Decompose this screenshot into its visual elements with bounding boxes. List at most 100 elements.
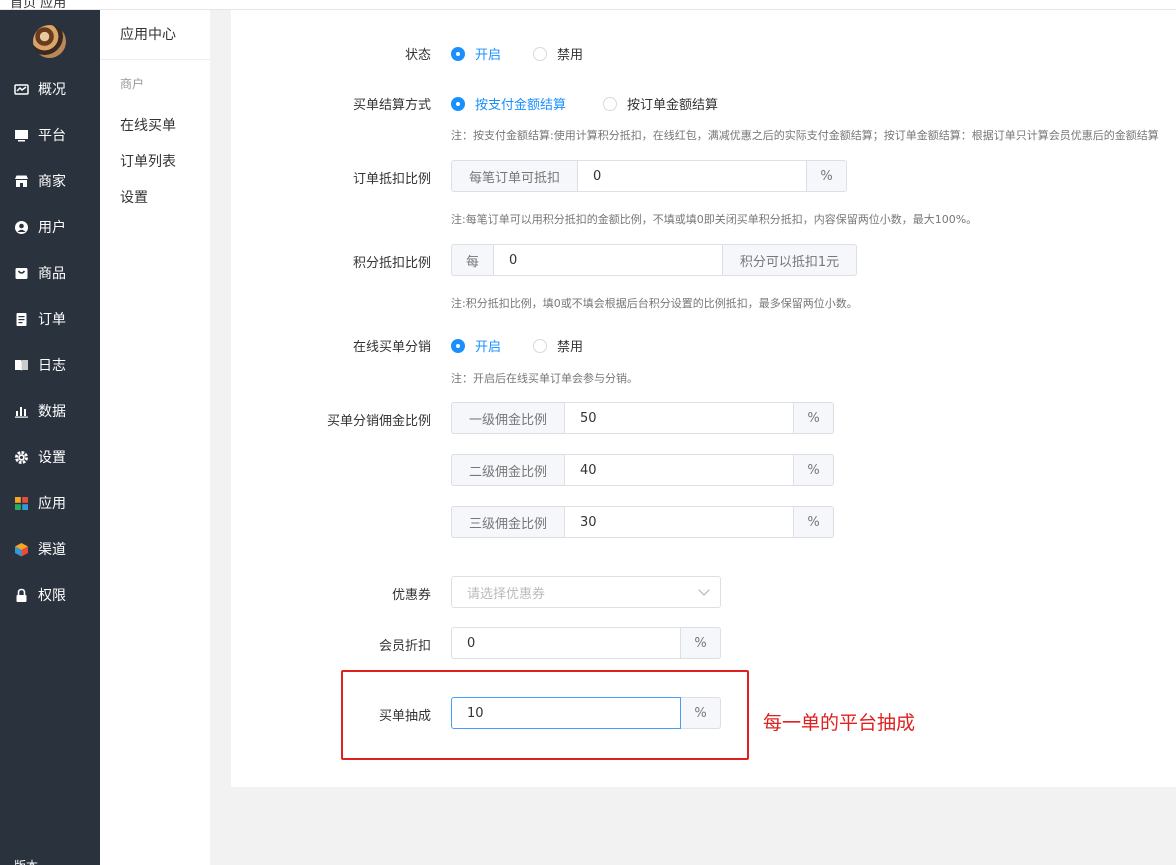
sidebar-item-label: 平台 bbox=[38, 128, 66, 144]
settlement-radio-order-amount[interactable]: 按订单金额结算 bbox=[603, 94, 718, 113]
lock-icon bbox=[14, 588, 29, 603]
status-label: 状态 bbox=[404, 48, 431, 63]
sidebar-item-permission[interactable]: 权限 bbox=[0, 572, 100, 618]
sidebar-item-label: 日志 bbox=[38, 358, 66, 374]
sidebar-item-order[interactable]: 订单 bbox=[0, 296, 100, 342]
book-icon bbox=[14, 358, 29, 373]
order-icon bbox=[14, 312, 29, 327]
chart-icon bbox=[14, 82, 29, 97]
coupon-label: 优惠券 bbox=[391, 588, 431, 603]
sidebar-item-label: 应用 bbox=[38, 496, 66, 512]
points-deduct-suffix: 积分可以抵扣1元 bbox=[723, 244, 857, 276]
commission-level1-prefix: 一级佣金比例 bbox=[451, 402, 564, 434]
radio-circle-icon bbox=[451, 96, 465, 111]
sub-item-settings[interactable]: 设置 bbox=[100, 180, 210, 216]
member-discount-input[interactable] bbox=[451, 627, 681, 659]
distribution-radio-disabled[interactable]: 禁用 bbox=[533, 336, 583, 355]
sidebar-bottom-text: 版本 bbox=[14, 857, 38, 865]
commission-label: 买单分销佣金比例 bbox=[326, 414, 431, 429]
settlement-note: 注：按支付金额结算:使用计算积分抵扣，在线红包，满减优惠之后的实际支付金额结算；… bbox=[451, 129, 1159, 142]
order-deduct-prefix: 每笔订单可抵扣 bbox=[451, 160, 577, 192]
member-discount-label: 会员折扣 bbox=[378, 639, 431, 654]
order-deduct-input-group: 每笔订单可抵扣 % bbox=[451, 160, 847, 192]
status-radio-disabled[interactable]: 禁用 bbox=[533, 44, 583, 63]
settlement-radio-pay-amount[interactable]: 按支付金额结算 bbox=[451, 94, 566, 113]
sidebar-item-label: 商家 bbox=[38, 174, 66, 190]
sidebar-item-label: 概况 bbox=[38, 82, 66, 98]
sidebar-item-apps[interactable]: 应用 bbox=[0, 480, 100, 526]
sidebar-item-merchant[interactable]: 商家 bbox=[0, 158, 100, 204]
member-discount-input-group: % bbox=[451, 627, 721, 659]
sidebar-item-label: 订单 bbox=[38, 312, 66, 328]
commission-level1-input[interactable] bbox=[564, 402, 794, 434]
sidebar-item-channel[interactable]: 渠道 bbox=[0, 526, 100, 572]
sidebar-item-label: 用户 bbox=[38, 220, 66, 236]
points-deduct-label: 积分抵扣比例 bbox=[352, 256, 431, 271]
distribution-label: 在线买单分销 bbox=[352, 340, 431, 355]
sidebar-item-label: 渠道 bbox=[38, 542, 66, 558]
annotation-text: 每一单的平台抽成 bbox=[763, 712, 916, 734]
commission-level3-prefix: 三级佣金比例 bbox=[451, 506, 564, 538]
sidebar-item-platform[interactable]: 平台 bbox=[0, 112, 100, 158]
sidebar-item-data[interactable]: 数据 bbox=[0, 388, 100, 434]
status-radio-enabled[interactable]: 开启 bbox=[451, 44, 501, 63]
radio-circle-icon bbox=[533, 338, 547, 353]
sidebar-item-label: 设置 bbox=[38, 450, 66, 466]
radio-circle-icon bbox=[451, 338, 465, 353]
commission-level1-suffix: % bbox=[794, 402, 834, 434]
main-nav: 概况 平台 商家 用户 商品 订单 日志 数据 设置 应用 渠道 权限 bbox=[0, 66, 100, 618]
avatar[interactable] bbox=[33, 25, 66, 58]
radio-circle-icon bbox=[533, 46, 547, 61]
commission-level2-suffix: % bbox=[794, 454, 834, 486]
top-bar-text: 首页 应用 bbox=[10, 0, 67, 10]
sidebar-item-label: 商品 bbox=[38, 266, 66, 282]
points-deduct-input-group: 每 积分可以抵扣1元 bbox=[451, 244, 857, 276]
commission-level2-prefix: 二级佣金比例 bbox=[451, 454, 564, 486]
top-bar: 首页 应用 bbox=[0, 0, 1176, 10]
radio-circle-icon bbox=[451, 46, 465, 61]
sub-item-order-list[interactable]: 订单列表 bbox=[100, 144, 210, 180]
points-deduct-note: 注:积分抵扣比例，填0或不填会根据后台积分设置的比例抵扣，最多保留两位小数。 bbox=[451, 297, 858, 310]
monitor-icon bbox=[14, 128, 29, 143]
order-deduct-label: 订单抵扣比例 bbox=[352, 172, 431, 187]
member-discount-suffix: % bbox=[681, 627, 721, 659]
apps-grid-icon bbox=[14, 496, 29, 511]
bag-icon bbox=[14, 266, 29, 281]
coupon-select-placeholder: 请选择优惠券 bbox=[467, 586, 546, 602]
sidebar-item-log[interactable]: 日志 bbox=[0, 342, 100, 388]
radio-circle-icon bbox=[603, 96, 617, 111]
sidebar-item-user[interactable]: 用户 bbox=[0, 204, 100, 250]
annotation-highlight-box bbox=[341, 670, 749, 760]
sub-sidebar: 应用中心 商户 在线买单 订单列表 设置 bbox=[100, 10, 210, 865]
sidebar-item-goods[interactable]: 商品 bbox=[0, 250, 100, 296]
distribution-note: 注：开启后在线买单订单会参与分销。 bbox=[451, 372, 638, 385]
sidebar-item-overview[interactable]: 概况 bbox=[0, 66, 100, 112]
points-deduct-prefix: 每 bbox=[451, 244, 493, 276]
commission-level3-input[interactable] bbox=[564, 506, 794, 538]
sidebar-item-label: 数据 bbox=[38, 404, 66, 420]
user-icon bbox=[14, 220, 29, 235]
store-icon bbox=[14, 174, 29, 189]
sidebar-item-label: 权限 bbox=[38, 588, 66, 604]
commission-level2-input[interactable] bbox=[564, 454, 794, 486]
commission-level3-suffix: % bbox=[794, 506, 834, 538]
sub-sidebar-title: 应用中心 bbox=[100, 10, 210, 60]
sidebar-item-settings[interactable]: 设置 bbox=[0, 434, 100, 480]
chevron-down-icon bbox=[698, 584, 710, 596]
order-deduct-suffix: % bbox=[807, 160, 847, 192]
commission-level2-group: 二级佣金比例 % bbox=[451, 454, 834, 486]
bar-chart-icon bbox=[14, 404, 29, 419]
sub-sidebar-group-label: 商户 bbox=[120, 77, 145, 91]
commission-level3-group: 三级佣金比例 % bbox=[451, 506, 834, 538]
order-deduct-input[interactable] bbox=[577, 160, 807, 192]
settlement-label: 买单结算方式 bbox=[352, 98, 431, 113]
distribution-radio-enabled[interactable]: 开启 bbox=[451, 336, 501, 355]
points-deduct-input[interactable] bbox=[493, 244, 723, 276]
sub-item-online-pay[interactable]: 在线买单 bbox=[100, 108, 210, 144]
commission-level1-group: 一级佣金比例 % bbox=[451, 402, 834, 434]
cube-icon bbox=[14, 542, 29, 557]
main-sidebar: 概况 平台 商家 用户 商品 订单 日志 数据 设置 应用 渠道 权限 bbox=[0, 10, 100, 865]
order-deduct-note: 注:每笔订单可以用积分抵扣的金额比例，不填或填0即关闭买单积分抵扣，内容保留两位… bbox=[451, 213, 978, 226]
coupon-select[interactable]: 请选择优惠券 bbox=[451, 576, 721, 608]
gear-icon bbox=[14, 450, 29, 465]
